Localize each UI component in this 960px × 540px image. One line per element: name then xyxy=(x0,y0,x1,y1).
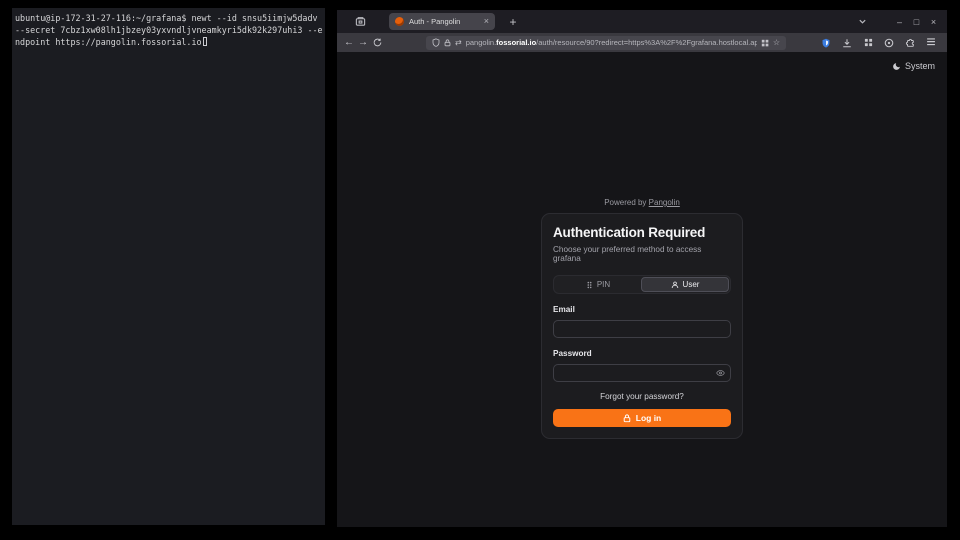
browser-tab-bar: Auth - Pangolin × + – □ × xyxy=(337,10,947,33)
maximize-button[interactable]: □ xyxy=(908,13,925,30)
bookmark-star-icon[interactable]: ☆ xyxy=(773,39,780,47)
bitwarden-shield-icon[interactable] xyxy=(819,36,833,50)
url-text: pangolin.fossorial.io/auth/resource/90?r… xyxy=(466,38,757,47)
pangolin-favicon-icon xyxy=(395,17,404,26)
forgot-password-link[interactable]: Forgot your password? xyxy=(553,392,731,401)
powered-by: Powered by Pangolin xyxy=(541,198,743,207)
padlock-icon[interactable] xyxy=(444,39,451,47)
desktop: ubuntu@ip-172-31-27-116:~/grafana$ newt … xyxy=(0,0,960,540)
login-button-label: Log in xyxy=(636,413,662,423)
terminal-line: ubuntu@ip-172-31-27-116:~/grafana$ newt … xyxy=(15,12,323,24)
page-content: System Powered by Pangolin Authenticatio… xyxy=(337,52,947,527)
password-field[interactable] xyxy=(553,364,731,382)
menu-hamburger-icon[interactable]: ≡ xyxy=(924,36,938,50)
browser-window: Auth - Pangolin × + – □ × ← → xyxy=(337,10,947,527)
tab-auth-pangolin[interactable]: Auth - Pangolin × xyxy=(389,13,495,30)
firefox-view-icon[interactable] xyxy=(351,13,369,31)
grid-extension-icon[interactable] xyxy=(861,36,875,50)
keypad-icon xyxy=(586,281,593,289)
tab-close-icon[interactable]: × xyxy=(484,17,489,26)
window-controls: – □ × xyxy=(854,10,942,33)
tab-user[interactable]: User xyxy=(641,277,729,292)
user-icon xyxy=(671,281,679,289)
tab-title: Auth - Pangolin xyxy=(409,17,479,26)
card-title: Authentication Required xyxy=(553,225,731,240)
minimize-button[interactable]: – xyxy=(891,13,908,30)
auth-column: Powered by Pangolin Authentication Requi… xyxy=(541,198,743,439)
lock-icon xyxy=(623,414,631,423)
tracking-protection-shield-icon[interactable] xyxy=(432,38,440,47)
pangolin-link[interactable]: Pangolin xyxy=(649,198,680,207)
permissions-swap-icon[interactable]: ⇄ xyxy=(455,39,462,47)
show-password-eye-icon[interactable] xyxy=(716,369,725,376)
browser-toolbar: ← → ⇄ pangolin.fossorial.io/auth/resourc… xyxy=(337,33,947,52)
terminal-line: ndpoint https://pangolin.fossorial.io xyxy=(15,36,323,48)
login-button[interactable]: Log in xyxy=(553,409,731,427)
password-label: Password xyxy=(553,349,731,358)
reload-button[interactable] xyxy=(370,36,384,50)
email-field[interactable] xyxy=(553,320,731,338)
email-label: Email xyxy=(553,305,731,314)
terminal-window[interactable]: ubuntu@ip-172-31-27-116:~/grafana$ newt … xyxy=(12,8,325,525)
auth-card: Authentication Required Choose your pref… xyxy=(541,213,743,439)
auth-method-tabs: PIN User xyxy=(553,275,731,294)
forward-button[interactable]: → xyxy=(356,36,370,50)
downloads-icon[interactable] xyxy=(840,36,854,50)
back-button[interactable]: ← xyxy=(342,36,356,50)
circle-extension-icon[interactable] xyxy=(882,36,896,50)
url-bar[interactable]: ⇄ pangolin.fossorial.io/auth/resource/90… xyxy=(426,36,786,50)
tab-pin-label: PIN xyxy=(597,280,610,289)
tab-pin[interactable]: PIN xyxy=(555,277,641,292)
extensions-puzzle-icon[interactable] xyxy=(903,36,917,50)
toolbar-extensions: ≡ xyxy=(819,36,942,50)
card-subtitle: Choose your preferred method to access g… xyxy=(553,245,731,263)
list-tabs-chevron-icon[interactable] xyxy=(854,13,871,30)
new-tab-button[interactable]: + xyxy=(505,14,521,30)
tab-user-label: User xyxy=(683,280,700,289)
theme-toggle-button[interactable]: System xyxy=(892,61,935,71)
close-window-button[interactable]: × xyxy=(925,13,942,30)
page-actions-grid-icon[interactable] xyxy=(761,39,769,47)
moon-icon xyxy=(892,62,901,71)
terminal-line: --secret 7cbz1xw08lh1jbzey03yxvndljvneam… xyxy=(15,24,323,36)
terminal-cursor xyxy=(203,37,208,46)
theme-toggle-label: System xyxy=(905,61,935,71)
